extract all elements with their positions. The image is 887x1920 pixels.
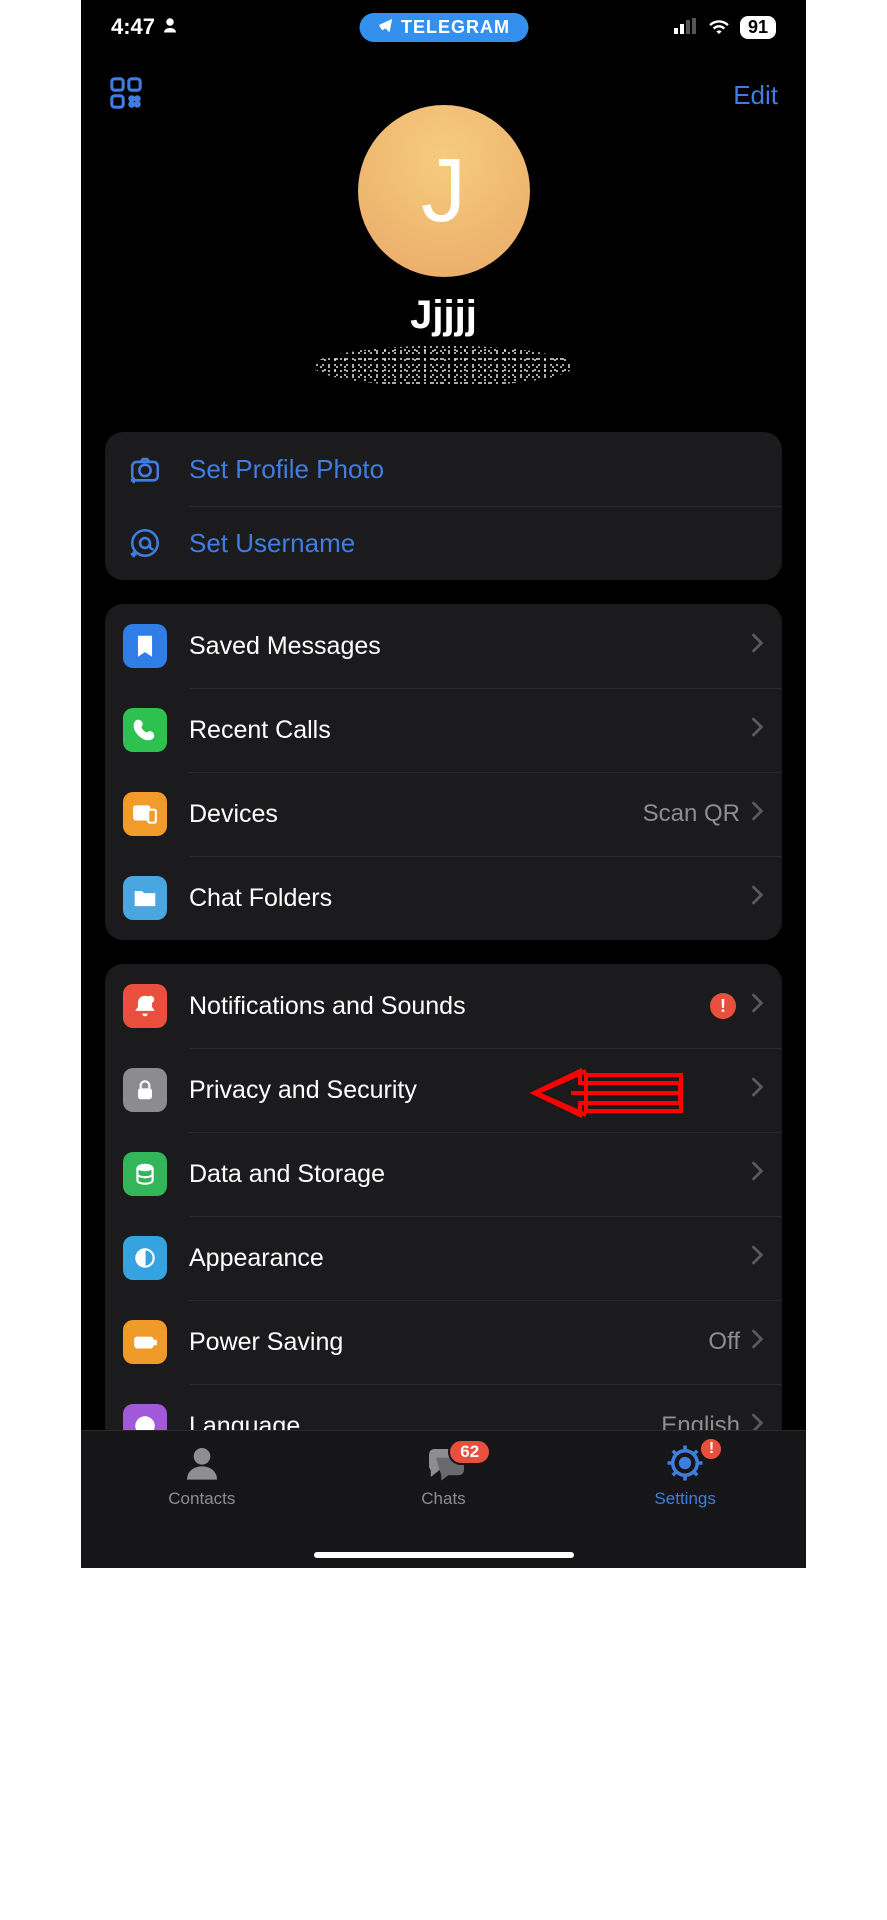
row-set-profile-photo[interactable]: Set Profile Photo: [105, 432, 782, 506]
database-icon: [123, 1152, 167, 1196]
status-bar: 4:47 TELEGRAM 91: [81, 0, 806, 54]
chevron-right-icon: [750, 884, 764, 913]
app-pill[interactable]: TELEGRAM: [359, 13, 528, 42]
avatar[interactable]: J: [358, 105, 530, 277]
tab-contacts-label: Contacts: [168, 1489, 235, 1509]
at-icon: [123, 526, 167, 560]
set-profile-photo-label: Set Profile Photo: [189, 454, 384, 485]
display-name: Jjjjj: [81, 293, 806, 338]
lock-icon: [123, 1068, 167, 1112]
phone-screen: 4:47 TELEGRAM 91: [81, 0, 806, 1568]
tab-chats[interactable]: 62 Chats: [324, 1441, 563, 1568]
alert-badge: !: [710, 993, 736, 1019]
row-appearance[interactable]: Appearance: [105, 1216, 782, 1300]
battery-indicator: 91: [740, 16, 776, 39]
tab-chats-label: Chats: [421, 1489, 465, 1509]
profile-header: J Jjjjj: [81, 105, 806, 388]
bookmark-icon: [123, 624, 167, 668]
data-storage-label: Data and Storage: [189, 1160, 750, 1189]
chevron-right-icon: [750, 1328, 764, 1357]
settings-alert-badge: !: [699, 1437, 723, 1461]
edit-button[interactable]: Edit: [733, 80, 778, 111]
wifi-icon: [708, 14, 730, 40]
language-value: English: [661, 1412, 740, 1430]
chevron-right-icon: [750, 800, 764, 829]
avatar-letter: J: [421, 140, 466, 243]
tab-settings-label: Settings: [654, 1489, 715, 1509]
chevron-right-icon: [750, 1076, 764, 1105]
language-label: Language: [189, 1412, 661, 1431]
row-privacy-security[interactable]: Privacy and Security: [105, 1048, 782, 1132]
chevron-right-icon: [750, 1244, 764, 1273]
chevron-right-icon: [750, 716, 764, 745]
row-notifications[interactable]: Notifications and Sounds !: [105, 964, 782, 1048]
globe-icon: [123, 1404, 167, 1430]
tab-settings[interactable]: ! Settings: [566, 1441, 805, 1568]
privacy-label: Privacy and Security: [189, 1076, 750, 1105]
section-settings: Notifications and Sounds ! Privacy and S…: [105, 964, 782, 1430]
status-time: 4:47: [111, 14, 155, 40]
chevron-right-icon: [750, 1160, 764, 1189]
tab-contacts[interactable]: Contacts: [82, 1441, 321, 1568]
appearance-label: Appearance: [189, 1244, 750, 1273]
home-indicator: [314, 1552, 574, 1558]
devices-label: Devices: [189, 800, 643, 829]
battery-icon: [123, 1320, 167, 1364]
notifications-label: Notifications and Sounds: [189, 992, 710, 1021]
row-recent-calls[interactable]: Recent Calls: [105, 688, 782, 772]
power-saving-value: Off: [708, 1328, 740, 1356]
app-pill-label: TELEGRAM: [401, 17, 510, 38]
cellular-icon: [674, 14, 698, 40]
folder-icon: [123, 876, 167, 920]
status-left: 4:47: [111, 14, 179, 40]
section-general: Saved Messages Recent Calls Devices Scan…: [105, 604, 782, 940]
row-saved-messages[interactable]: Saved Messages: [105, 604, 782, 688]
chat-folders-label: Chat Folders: [189, 884, 750, 913]
location-icon: [161, 14, 179, 40]
tab-bar: Contacts 62 Chats ! Settings: [81, 1430, 806, 1568]
devices-icon: [123, 792, 167, 836]
phone-number-redacted: [314, 344, 574, 388]
appearance-icon: [123, 1236, 167, 1280]
bell-icon: [123, 984, 167, 1028]
row-data-storage[interactable]: Data and Storage: [105, 1132, 782, 1216]
contacts-icon: [180, 1441, 224, 1485]
row-power-saving[interactable]: Power Saving Off: [105, 1300, 782, 1384]
row-set-username[interactable]: Set Username: [105, 506, 782, 580]
qr-icon[interactable]: [109, 76, 143, 115]
chevron-right-icon: [750, 1412, 764, 1431]
chevron-right-icon: [750, 632, 764, 661]
devices-value: Scan QR: [643, 800, 740, 828]
chats-badge: 62: [448, 1439, 491, 1465]
row-chat-folders[interactable]: Chat Folders: [105, 856, 782, 940]
recent-calls-label: Recent Calls: [189, 716, 750, 745]
row-language[interactable]: Language English: [105, 1384, 782, 1430]
phone-icon: [123, 708, 167, 752]
section-profile-actions: Set Profile Photo Set Username: [105, 432, 782, 580]
set-username-label: Set Username: [189, 528, 355, 559]
saved-messages-label: Saved Messages: [189, 632, 750, 661]
telegram-send-icon: [377, 17, 393, 38]
camera-icon: [123, 452, 167, 486]
status-right: 91: [674, 14, 776, 40]
row-devices[interactable]: Devices Scan QR: [105, 772, 782, 856]
chevron-right-icon: [750, 992, 764, 1021]
power-saving-label: Power Saving: [189, 1328, 708, 1357]
